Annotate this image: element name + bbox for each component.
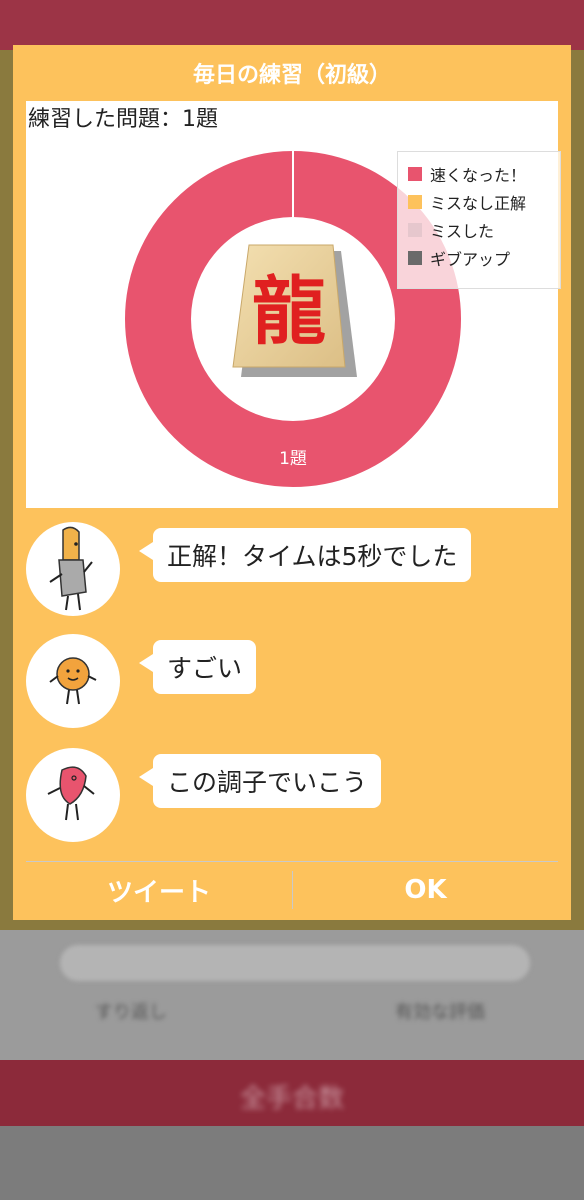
gold-piece-character-icon: [49, 526, 93, 611]
message-row: 正解！タイムは5秒でした: [26, 522, 566, 622]
background-bottom-button-label: 全手合数: [239, 1084, 344, 1114]
orange-ball-character-icon: [49, 657, 97, 705]
background-header: [0, 0, 584, 50]
pink-drop-character-avatar: [26, 748, 120, 842]
legend-label: ギブアップ: [430, 250, 511, 269]
pink-drop-character-icon: [47, 766, 95, 821]
message-row: すごい: [26, 634, 566, 734]
message-row: この調子でいこう: [26, 748, 566, 848]
background-label-left: すり返し: [95, 1002, 167, 1023]
legend-item: ミスした: [408, 218, 494, 242]
legend-item: ギブアップ: [408, 246, 510, 270]
legend-label: ミスなし正解: [430, 194, 527, 213]
message-bubble: 正解！タイムは5秒でした: [138, 528, 472, 582]
background-input-row: [60, 945, 530, 981]
dialog-title: 毎日の練習（初級）: [192, 63, 391, 88]
orange-ball-character-avatar: [26, 634, 120, 728]
background-footer: [0, 1126, 584, 1200]
tweet-button[interactable]: ツイート: [26, 862, 292, 918]
legend-swatch: [408, 195, 422, 209]
legend-item: ミスなし正解: [408, 190, 526, 214]
chart-legend: 速くなった！ ミスなし正解 ミスしたギブアップ: [397, 151, 561, 289]
result-chart-panel: 1題 練習した問題：1題 龍 速くなった！ ミスなし正解 ミスしたギブアップ: [26, 101, 561, 508]
legend-swatch: [408, 223, 422, 237]
chart-caption: 練習した問題：1題: [28, 107, 218, 132]
background-bottom-button: 全手合数: [0, 1060, 584, 1126]
ok-button[interactable]: OK: [293, 862, 558, 918]
legend-label: ミスした: [430, 222, 495, 241]
legend-swatch: [408, 251, 422, 265]
ryu-shogi-piece-icon: 龍: [232, 244, 357, 377]
result-dialog: 毎日の練習（初級） 1題 練習した問題：1題 龍 速くなった！ ミスなし正解 ミスし…: [13, 45, 571, 920]
background-panel: すり返し 有効な評価: [0, 930, 584, 1060]
message-bubble: すごい: [138, 640, 257, 694]
background-label-right: 有効な評価: [395, 1002, 485, 1023]
message-bubble: この調子でいこう: [138, 754, 382, 808]
slice-label: 1題: [279, 449, 307, 469]
legend-item: 速くなった！: [408, 162, 526, 186]
shogi-piece-character: 龍: [252, 269, 326, 355]
legend-swatch: [408, 167, 422, 181]
legend-label: 速くなった！: [430, 166, 527, 185]
gold-piece-character-avatar: [26, 522, 120, 616]
